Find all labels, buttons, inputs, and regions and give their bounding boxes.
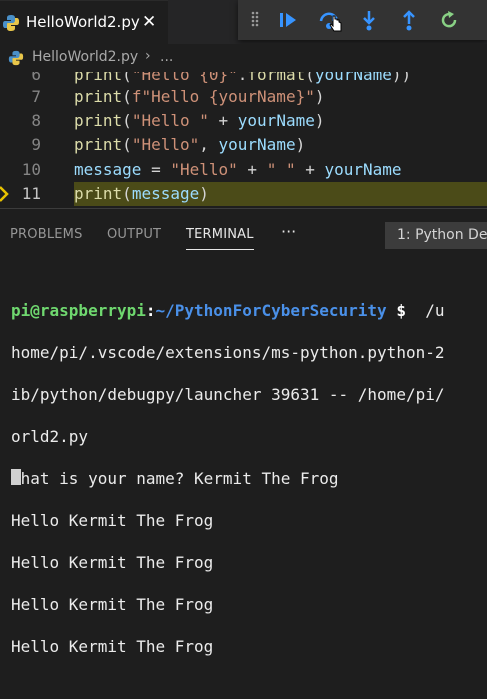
step-out-icon[interactable] [397,8,421,32]
command-text: /u [405,301,445,320]
line-number: 10 [21,160,41,179]
terminal-line: Hello Kermit The Frog [11,553,214,572]
tab-output[interactable]: OUTPUT [107,227,161,242]
code-line: 10 message = "Hello" + " " + yourName [0,158,487,182]
terminal-prompt-line: pi@raspberrypi:~/PythonForCyberSecurity … [11,300,487,321]
chevron-right-icon: › [145,48,151,64]
prompt-path: ~/PythonForCyberSecurity [155,301,387,320]
tab-terminal[interactable]: TERMINAL [186,227,254,250]
line-number: 9 [31,135,41,154]
debug-toolbar [238,0,487,40]
code-text: print("Hello " + yourName) [74,111,325,130]
more-actions-icon[interactable]: ··· [281,222,296,241]
terminal-cursor [11,469,21,485]
terminal-line: Hello Kermit The Frog [11,511,214,530]
mouse-cursor-icon [329,15,342,32]
tab-title: HelloWorld2.py [26,13,140,31]
terminal-output[interactable]: pi@raspberrypi:~/PythonForCyberSecurity … [11,279,487,699]
line-number: 6 [31,72,41,84]
terminal-select[interactable]: 1: Python De [385,222,487,249]
terminal-line: ib/python/debugpy/launcher 39631 -- /hom… [11,385,445,404]
python-file-icon [8,50,24,66]
code-text: print("Hello", yourName) [74,135,306,154]
restart-icon[interactable] [437,8,461,32]
code-editor[interactable]: 6 print("Hello {0}".format(yourName)) 7 … [0,72,487,208]
prompt-user: pi@raspberrypi [11,301,146,320]
breadcrumb-more[interactable]: ... [160,49,173,65]
current-code-line: 11 print(message) [0,182,487,206]
code-text: print("Hello {0}".format(yourName)) [74,72,412,84]
code-line: 9 print("Hello", yourName) [0,133,487,157]
editor-tab-helloworld2[interactable]: HelloWorld2.py ✕ [0,0,168,44]
continue-icon[interactable] [276,8,300,32]
step-into-icon[interactable] [357,8,381,32]
prompt-colon: : [145,301,156,320]
terminal-line: Hello Kermit The Frog [11,637,214,656]
breadcrumb-file[interactable]: HelloWorld2.py [32,49,138,65]
code-text: message = "Hello" + " " + yourName [74,160,402,179]
code-line: 8 print("Hello " + yourName) [0,109,487,133]
python-file-icon [3,15,19,31]
terminal-line: home/pi/.vscode/extensions/ms-python.pyt… [11,343,445,362]
line-number: 11 [21,184,41,203]
close-icon[interactable]: ✕ [142,12,156,32]
terminal-line: Hello Kermit The Frog [11,595,214,614]
code-line: 7 print(f"Hello {yourName}") [0,85,487,109]
line-number: 7 [31,87,41,106]
drag-handle-icon[interactable] [251,11,259,27]
code-text: print(message) [74,184,209,203]
terminal-line: What is your name? Kermit The Frog [11,469,339,488]
bottom-panel: PROBLEMS OUTPUT TERMINAL ··· 1: Python D… [0,209,487,656]
prompt-dollar: $ [386,301,406,320]
code-text: print(f"Hello {yourName}") [74,87,325,106]
tab-problems[interactable]: PROBLEMS [10,227,83,242]
line-number: 8 [31,111,41,130]
terminal-line: orld2.py [11,427,89,446]
breadcrumb: HelloWorld2.py › ... [0,44,487,72]
